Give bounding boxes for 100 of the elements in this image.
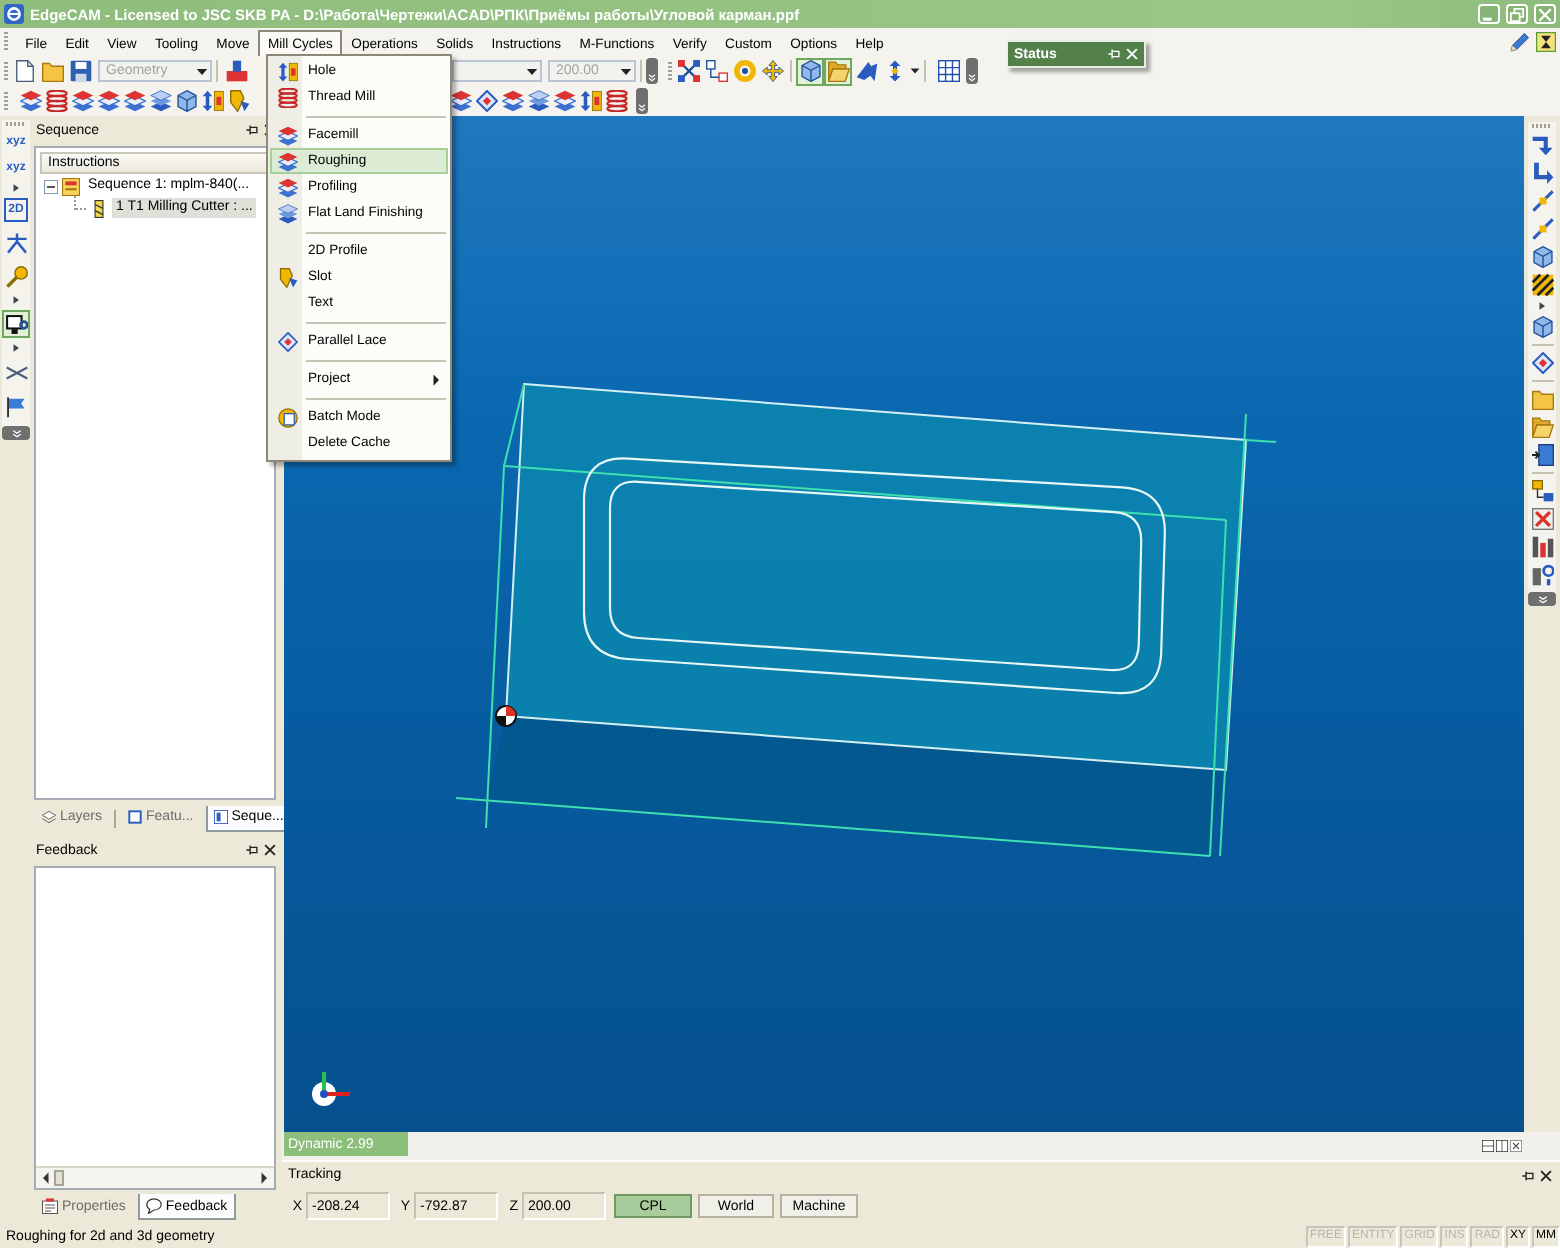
toolbar-overflow-button[interactable] (966, 58, 978, 84)
horizontal-scrollbar[interactable] (36, 1166, 274, 1188)
toolbar-overflow-button[interactable] (2, 426, 30, 440)
wedge-icon[interactable] (228, 90, 250, 112)
view-mode-button[interactable] (796, 57, 824, 85)
cross-mark-icon[interactable] (1531, 508, 1553, 530)
stamp-icon[interactable] (225, 60, 247, 82)
arrow-book-icon[interactable] (1531, 444, 1553, 466)
stacked-plates-icon (277, 125, 297, 145)
open-folder-icon (827, 60, 849, 82)
scrollbar-thumb[interactable] (54, 1170, 64, 1186)
linked-squares-icon[interactable] (705, 60, 727, 82)
close-icon[interactable] (1510, 1140, 1522, 1152)
tool-button[interactable] (2, 310, 30, 338)
cube-icon[interactable] (1531, 246, 1553, 268)
view-mode-button[interactable] (852, 57, 880, 85)
close-icon (1538, 7, 1552, 21)
coil-icon[interactable] (46, 90, 68, 112)
split-window-icon[interactable] (1496, 1140, 1508, 1152)
expand-arrow-icon[interactable] (12, 184, 20, 192)
key-icon (5, 265, 27, 287)
folder-icon[interactable] (41, 60, 63, 82)
crossed-lines-icon (5, 361, 27, 383)
arrow-icon (855, 60, 877, 82)
stacked-plates-icon[interactable] (554, 90, 576, 112)
scroll-right-icon[interactable] (260, 1172, 268, 1184)
diagonal-arrows-icon[interactable] (1531, 190, 1553, 212)
cube-icon[interactable] (1531, 316, 1553, 338)
crossed-strokes-icon (5, 231, 27, 253)
bent-arrow-icon[interactable] (1531, 134, 1553, 156)
coil-icon[interactable] (606, 90, 628, 112)
panel-icon (213, 810, 228, 824)
toolbar-overflow-button[interactable] (636, 88, 648, 114)
double-arrow-icon[interactable] (580, 90, 602, 112)
caret-icon (620, 65, 632, 77)
stacked-plates-icon[interactable] (72, 90, 94, 112)
diamond-icon (277, 331, 297, 351)
pencil-icon[interactable] (1510, 32, 1530, 52)
app-logo-icon (4, 4, 24, 24)
stacked-plates-icon (277, 151, 297, 171)
striped-tile-icon[interactable] (1531, 274, 1553, 296)
stacked-layers-icon[interactable] (150, 90, 172, 112)
scroll-left-icon[interactable] (42, 1172, 50, 1184)
grid-icon[interactable] (937, 60, 959, 82)
coil-icon (277, 87, 297, 107)
close-icon[interactable] (264, 844, 276, 856)
properties-icon (42, 1198, 58, 1214)
caret-icon (196, 65, 208, 77)
diamond-icon[interactable] (476, 90, 498, 112)
page-icon[interactable] (13, 60, 35, 82)
close-icon[interactable] (1540, 1169, 1552, 1181)
combo-field[interactable] (452, 60, 542, 82)
expand-arrow-icon[interactable] (12, 296, 20, 304)
stacked-layers-icon[interactable] (528, 90, 550, 112)
cube-icon (799, 60, 821, 82)
bar-icon[interactable] (1531, 536, 1553, 558)
save-icon[interactable] (69, 60, 91, 82)
bent-arrow-icon[interactable] (1531, 162, 1553, 184)
document-tile-icon (62, 177, 80, 195)
view-mode-button[interactable] (824, 57, 852, 85)
stacked-plates-icon (277, 177, 297, 197)
square-icon (128, 810, 143, 824)
expand-arrow-icon[interactable] (12, 344, 20, 352)
chevron-icon (648, 74, 656, 82)
split-window-icon[interactable] (1482, 1140, 1494, 1152)
ring-icon[interactable] (733, 60, 755, 82)
restore-icon (1510, 7, 1524, 21)
cube-icon[interactable] (176, 90, 198, 112)
diamond-icon[interactable] (1531, 352, 1553, 374)
pin-icon[interactable] (246, 844, 258, 856)
collapse-icon[interactable] (44, 179, 58, 193)
diagonal-arrows-icon[interactable] (1531, 218, 1553, 240)
striped-bar-icon (90, 199, 108, 217)
toolbar-overflow-button[interactable] (646, 58, 658, 84)
stacked-plates-icon[interactable] (124, 90, 146, 112)
double-arrow-icon[interactable] (202, 90, 224, 112)
stacked-plates-icon[interactable] (502, 90, 524, 112)
axes-icon (312, 1072, 350, 1106)
hook-icon[interactable] (1531, 564, 1553, 586)
hourglass-icon[interactable] (1536, 32, 1556, 52)
four-arrows-icon[interactable] (761, 60, 783, 82)
tool-button[interactable] (2, 392, 30, 420)
pin-icon[interactable] (246, 124, 258, 136)
box-edge (503, 383, 525, 467)
expand-arrow-icon[interactable] (1538, 302, 1546, 310)
caret-icon (526, 65, 538, 77)
stacked-plates-icon[interactable] (20, 90, 42, 112)
chevron-icon (1537, 595, 1547, 603)
stacked-plates-icon[interactable] (98, 90, 120, 112)
chevron-icon (968, 74, 976, 82)
double-arrow-icon (277, 61, 297, 81)
caret-icon[interactable] (909, 66, 919, 76)
folder-icon[interactable] (1531, 388, 1553, 410)
toolbar-overflow-button[interactable] (1528, 592, 1556, 606)
wedge-icon (277, 267, 297, 287)
pin-icon[interactable] (1522, 1169, 1534, 1181)
layers-icon (42, 810, 56, 824)
linked-boxes-icon[interactable] (1531, 480, 1553, 502)
crossed-squares-icon[interactable] (677, 60, 699, 82)
submenu-arrow-icon (432, 373, 440, 385)
